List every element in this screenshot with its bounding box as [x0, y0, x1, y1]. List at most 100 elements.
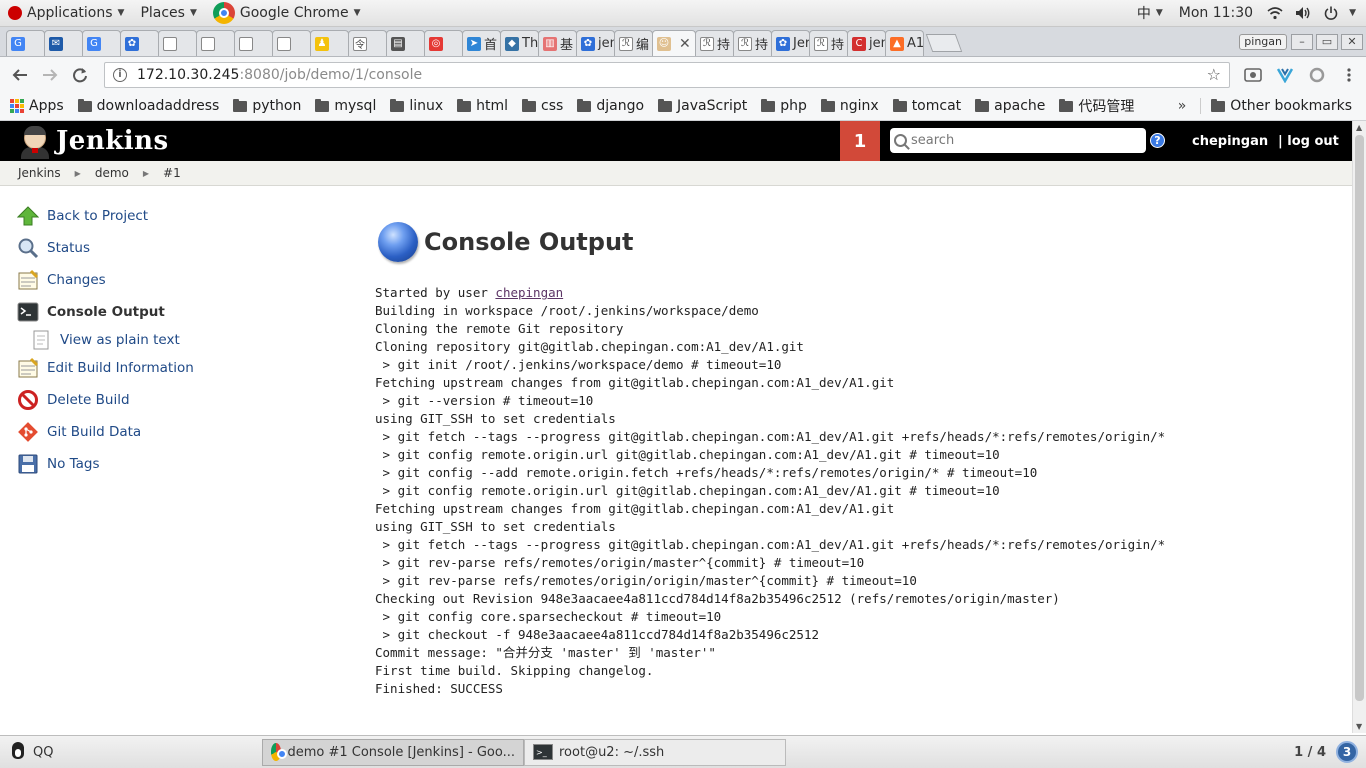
clock[interactable]: Mon 11:30 — [1171, 0, 1261, 27]
breadcrumb-arrow-icon[interactable]: ▶ — [143, 169, 149, 178]
bookmark-folder[interactable]: downloadaddress — [77, 98, 219, 114]
git-icon — [16, 420, 40, 444]
browser-tab[interactable]: ✉ — [44, 30, 83, 56]
taskbar-qq[interactable]: QQ — [0, 739, 262, 766]
applications-menu[interactable]: Applications ▼ — [0, 0, 132, 27]
browser-tab[interactable]: ✿ Jer — [771, 30, 810, 56]
scroll-up-icon[interactable]: ▲ — [1356, 123, 1362, 132]
task-status[interactable]: Status — [16, 232, 346, 264]
tab-close-icon[interactable]: ✕ — [679, 36, 691, 52]
browser-tab[interactable]: ♟ — [310, 30, 349, 56]
browser-tab[interactable]: ✿jen — [576, 30, 615, 56]
bookmark-folder[interactable]: JavaScript — [658, 98, 747, 114]
browser-tab[interactable]: ℛ持 — [733, 30, 772, 56]
back-button[interactable] — [8, 63, 32, 87]
breadcrumb-jenkins[interactable]: Jenkins — [18, 166, 61, 180]
breadcrumb-arrow-icon[interactable]: ▶ — [75, 169, 81, 178]
bookmark-folder[interactable]: apache — [975, 98, 1045, 114]
browser-tab[interactable]: ▥ 基 — [538, 30, 577, 56]
address-bar[interactable]: i 172.10.30.245 :8080/job/demo/1/console… — [104, 61, 1230, 88]
task-back-to-project[interactable]: Back to Project — [16, 200, 346, 232]
browser-tab[interactable]: ◆The — [500, 30, 539, 56]
volume-icon[interactable] — [1295, 6, 1311, 20]
browser-tab[interactable]: ℛ持 — [809, 30, 848, 56]
bookmark-folder[interactable]: django — [577, 98, 644, 114]
chrome-menu-icon[interactable] — [1340, 66, 1358, 84]
close-window-button[interactable]: ✕ — [1341, 34, 1363, 50]
breadcrumb-demo[interactable]: demo — [95, 166, 129, 180]
browser-tab[interactable]: G — [82, 30, 121, 56]
extension-vue-icon[interactable] — [1276, 66, 1294, 84]
task-delete-build[interactable]: Delete Build — [16, 384, 346, 416]
notification-badge[interactable]: 1 — [840, 121, 880, 161]
help-icon[interactable]: ? — [1150, 133, 1165, 148]
browser-tab[interactable] — [234, 30, 273, 56]
forward-button[interactable] — [38, 63, 62, 87]
browser-tab[interactable]: ℛ持 — [695, 30, 734, 56]
logout-link[interactable]: | log out — [1278, 134, 1339, 149]
bookmark-apps[interactable]: Apps — [10, 98, 64, 114]
bookmark-folder[interactable]: python — [233, 98, 301, 114]
bookmark-folder[interactable]: 代码管理 — [1059, 96, 1134, 116]
bookmark-folder[interactable]: mysql — [315, 98, 376, 114]
user-link[interactable]: chepingan — [1192, 134, 1268, 149]
browser-tab[interactable]: ▤ — [386, 30, 425, 56]
bookmark-folder[interactable]: nginx — [820, 98, 879, 114]
caret-down-icon[interactable]: ▼ — [1349, 8, 1356, 18]
minimize-button[interactable]: – — [1291, 34, 1313, 50]
workspace-switcher[interactable]: 1 / 4 3 — [1294, 741, 1358, 763]
task-no-tags[interactable]: No Tags — [16, 448, 346, 480]
browser-tab[interactable]: ✿ — [120, 30, 159, 56]
browser-tab[interactable]: G — [6, 30, 45, 56]
jenkins-search-box[interactable]: search — [890, 128, 1146, 153]
browser-tab[interactable]: ℛ编 — [614, 30, 653, 56]
bookmark-folder[interactable]: html — [457, 98, 508, 114]
task-label: Edit Build Information — [47, 360, 194, 376]
task-edit-build-information[interactable]: Edit Build Information — [16, 352, 346, 384]
maximize-button[interactable]: ▭ — [1316, 34, 1338, 50]
bookmark-folder-label: css — [541, 98, 564, 114]
taskbar-chrome-window[interactable]: demo #1 Console [Jenkins] - Goo... — [262, 738, 524, 766]
browser-tab[interactable] — [158, 30, 197, 56]
browser-tab[interactable]: ☺ ✕ — [652, 30, 696, 56]
breadcrumb-build[interactable]: #1 — [163, 166, 181, 180]
started-by-user-link[interactable]: chepingan — [495, 285, 563, 300]
page-scrollbar[interactable]: ▲ ▼ — [1352, 121, 1366, 733]
new-tab-button[interactable] — [925, 34, 963, 52]
extension-screen-icon[interactable] — [1244, 66, 1262, 84]
browser-tab[interactable]: ➤ 首 — [462, 30, 501, 56]
scrollbar-thumb[interactable] — [1355, 135, 1364, 701]
bookmark-folder[interactable]: tomcat — [892, 98, 961, 114]
jenkins-logo[interactable]: Jenkins — [18, 123, 169, 159]
task-console-output[interactable]: Console Output — [16, 296, 346, 328]
folder-icon — [233, 98, 248, 112]
console-line: > git rev-parse refs/remotes/origin/mast… — [375, 555, 865, 570]
browser-tab[interactable]: ◎ — [424, 30, 463, 56]
task-git-build-data[interactable]: Git Build Data — [16, 416, 346, 448]
bookmark-folder[interactable]: php — [761, 98, 807, 114]
active-app-menu[interactable]: Google Chrome ▼ — [205, 0, 369, 27]
browser-tab[interactable] — [272, 30, 311, 56]
places-menu[interactable]: Places ▼ — [132, 0, 204, 27]
bookmark-folder[interactable]: css — [522, 98, 563, 114]
browser-tab[interactable]: Cjen — [847, 30, 886, 56]
power-icon[interactable] — [1323, 6, 1339, 20]
browser-tab[interactable]: 令 — [348, 30, 387, 56]
profile-button[interactable]: pingan — [1239, 34, 1287, 50]
notification-count-badge[interactable]: 3 — [1336, 741, 1358, 763]
bookmark-folder[interactable]: linux — [390, 98, 443, 114]
task-changes[interactable]: Changes — [16, 264, 346, 296]
reload-button[interactable] — [68, 63, 92, 87]
browser-tab[interactable] — [196, 30, 235, 56]
task-view-plain-text[interactable]: View as plain text — [16, 328, 346, 352]
taskbar-terminal-window[interactable]: >_ root@u2: ~/.ssh — [524, 738, 786, 766]
browser-tab[interactable]: ▲ A1 — [885, 30, 924, 56]
bookmarks-overflow-button[interactable]: » — [1178, 98, 1187, 114]
scroll-down-icon[interactable]: ▼ — [1356, 722, 1362, 731]
other-bookmarks[interactable]: Other bookmarks — [1200, 98, 1352, 114]
site-info-icon[interactable]: i — [113, 67, 127, 82]
extension-circle-icon[interactable] — [1308, 66, 1326, 84]
bookmark-star-icon[interactable]: ☆ — [1207, 65, 1221, 84]
input-method-menu[interactable]: 中 ▼ — [1129, 0, 1171, 27]
wifi-icon[interactable] — [1267, 6, 1283, 20]
